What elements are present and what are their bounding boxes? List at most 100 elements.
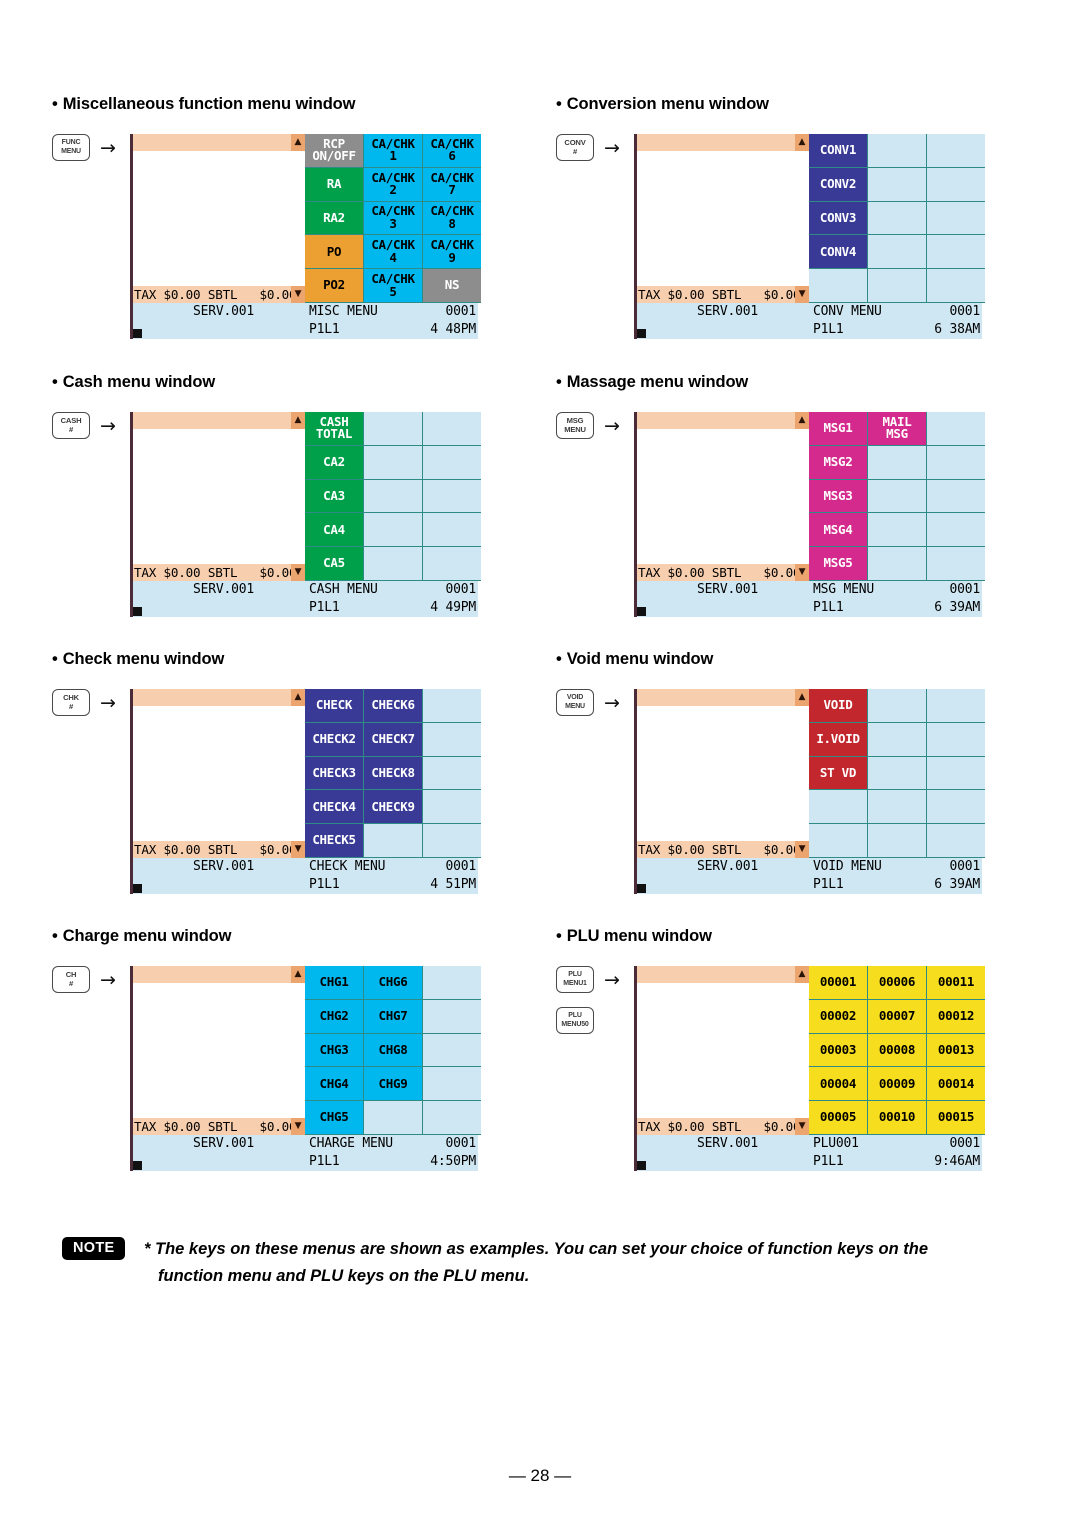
- scroll-up-icon[interactable]: ▲: [795, 689, 809, 706]
- receipt-area: ▲ TAX $0.00 SBTL $0.00 ▼: [637, 689, 809, 858]
- menu-key[interactable]: ST VD: [809, 756, 867, 790]
- menu-key[interactable]: CHG7: [364, 999, 422, 1033]
- keycap-void-0[interactable]: VOID MENU: [556, 689, 594, 716]
- scroll-up-icon[interactable]: ▲: [291, 689, 305, 706]
- menu-key[interactable]: CHECK5: [305, 824, 363, 857]
- receipt-area: ▲ TAX $0.00 SBTL $0.00 ▼: [637, 412, 809, 581]
- scroll-down-icon[interactable]: ▼: [291, 841, 305, 858]
- menu-key[interactable]: 00004: [809, 1067, 867, 1101]
- menu-key[interactable]: CA/CHK 6: [423, 134, 481, 167]
- menu-key[interactable]: CONV1: [809, 134, 867, 167]
- menu-key[interactable]: CHG9: [364, 1067, 422, 1101]
- keycap-misc-0[interactable]: FUNC MENU: [52, 134, 90, 161]
- menu-key[interactable]: CHG3: [305, 1033, 363, 1067]
- keycap-conversion-0[interactable]: CONV #: [556, 134, 594, 161]
- keycap-check-0[interactable]: CHK #: [52, 689, 90, 716]
- scroll-down-icon[interactable]: ▼: [795, 286, 809, 303]
- menu-key[interactable]: 00011: [927, 966, 985, 999]
- menu-key[interactable]: 00013: [927, 1033, 985, 1067]
- menu-key[interactable]: CA/CHK 8: [423, 201, 481, 235]
- menu-key[interactable]: 00002: [809, 999, 867, 1033]
- menu-key[interactable]: CA/CHK 7: [423, 167, 481, 201]
- keycap-massage-0[interactable]: MSG MENU: [556, 412, 594, 439]
- keycap-cash-0[interactable]: CASH #: [52, 412, 90, 439]
- scroll-down-icon[interactable]: ▼: [291, 1118, 305, 1135]
- scroll-up-icon[interactable]: ▲: [795, 966, 809, 983]
- scroll-down-icon[interactable]: ▼: [795, 1118, 809, 1135]
- menu-key[interactable]: CA/CHK 9: [423, 235, 481, 269]
- menu-key[interactable]: CHECK7: [364, 722, 422, 756]
- menu-key[interactable]: CHECK4: [305, 790, 363, 824]
- menu-key[interactable]: CHG2: [305, 999, 363, 1033]
- menu-key[interactable]: 00008: [868, 1033, 926, 1067]
- menu-key[interactable]: MAIL MSG: [868, 412, 926, 445]
- scroll-up-icon[interactable]: ▲: [795, 134, 809, 151]
- menu-key[interactable]: CONV4: [809, 235, 867, 269]
- scroll-down-icon[interactable]: ▼: [795, 841, 809, 858]
- menu-key[interactable]: MSG4: [809, 513, 867, 547]
- menu-key[interactable]: I.VOID: [809, 722, 867, 756]
- clock-time: 6 38AM: [934, 322, 980, 337]
- menu-key[interactable]: CHG4: [305, 1067, 363, 1101]
- menu-key[interactable]: CONV2: [809, 167, 867, 201]
- transaction-counter: 0001: [445, 1136, 476, 1151]
- menu-key[interactable]: CHECK3: [305, 756, 363, 790]
- keycap-plu-0[interactable]: PLU MENU1: [556, 966, 594, 993]
- menu-key[interactable]: CA3: [305, 479, 363, 513]
- menu-key[interactable]: CHECK8: [364, 756, 422, 790]
- menu-key[interactable]: CONV3: [809, 201, 867, 235]
- scroll-down-icon[interactable]: ▼: [291, 564, 305, 581]
- menu-key[interactable]: CHG5: [305, 1101, 363, 1134]
- menu-key[interactable]: CA/CHK 2: [364, 167, 422, 201]
- scroll-down-icon[interactable]: ▼: [795, 564, 809, 581]
- menu-key[interactable]: 00001: [809, 966, 867, 999]
- menu-key[interactable]: 00015: [927, 1101, 985, 1134]
- menu-key[interactable]: MSG2: [809, 445, 867, 479]
- menu-key[interactable]: CA/CHK 1: [364, 134, 422, 167]
- menu-key[interactable]: CA5: [305, 547, 363, 580]
- menu-key[interactable]: VOID: [809, 689, 867, 722]
- menu-key[interactable]: CHECK: [305, 689, 363, 722]
- menu-key[interactable]: CHG8: [364, 1033, 422, 1067]
- menu-key[interactable]: CHECK6: [364, 689, 422, 722]
- receipt-header-bar: ▲: [133, 966, 305, 983]
- keycap-plu-1[interactable]: PLU MENU50: [556, 1007, 594, 1034]
- scroll-down-icon[interactable]: ▼: [291, 286, 305, 303]
- menu-key[interactable]: CA2: [305, 445, 363, 479]
- menu-key[interactable]: 00006: [868, 966, 926, 999]
- menu-key[interactable]: CA/CHK 5: [364, 269, 422, 302]
- menu-key[interactable]: PO: [305, 235, 363, 269]
- arrow-right-icon: →: [100, 137, 116, 159]
- menu-key[interactable]: 00012: [927, 999, 985, 1033]
- menu-key[interactable]: 00009: [868, 1067, 926, 1101]
- menu-key[interactable]: 00010: [868, 1101, 926, 1134]
- scroll-up-icon[interactable]: ▲: [795, 412, 809, 429]
- menu-key[interactable]: 00005: [809, 1101, 867, 1134]
- menu-key[interactable]: CHECK9: [364, 790, 422, 824]
- scroll-up-icon[interactable]: ▲: [291, 134, 305, 151]
- menu-key[interactable]: 00014: [927, 1067, 985, 1101]
- menu-key[interactable]: CHECK2: [305, 722, 363, 756]
- menu-key[interactable]: MSG1: [809, 412, 867, 445]
- scroll-up-icon[interactable]: ▲: [291, 966, 305, 983]
- menu-key[interactable]: NS: [423, 269, 481, 302]
- menu-key[interactable]: CA/CHK 3: [364, 201, 422, 235]
- keycap-charge-0[interactable]: CH #: [52, 966, 90, 993]
- menu-key[interactable]: MSG3: [809, 479, 867, 513]
- menu-key[interactable]: CHG1: [305, 966, 363, 999]
- menu-key[interactable]: RA2: [305, 201, 363, 235]
- menu-key[interactable]: MSG5: [809, 547, 867, 580]
- menu-key[interactable]: 00007: [868, 999, 926, 1033]
- menu-key[interactable]: CA4: [305, 513, 363, 547]
- menu-key[interactable]: RCP ON/OFF: [305, 134, 363, 167]
- menu-key[interactable]: 00003: [809, 1033, 867, 1067]
- tax-subtotal-text: TAX $0.00 SBTL $0.00: [638, 287, 801, 302]
- tax-subtotal-text: TAX $0.00 SBTL $0.00: [638, 1119, 801, 1134]
- menu-key[interactable]: CASH TOTAL: [305, 412, 363, 445]
- menu-key[interactable]: CA/CHK 4: [364, 235, 422, 269]
- menu-key[interactable]: CHG6: [364, 966, 422, 999]
- section-heading-misc: • Miscellaneous function menu window: [52, 96, 552, 113]
- menu-key[interactable]: PO2: [305, 269, 363, 302]
- scroll-up-icon[interactable]: ▲: [291, 412, 305, 429]
- menu-key[interactable]: RA: [305, 167, 363, 201]
